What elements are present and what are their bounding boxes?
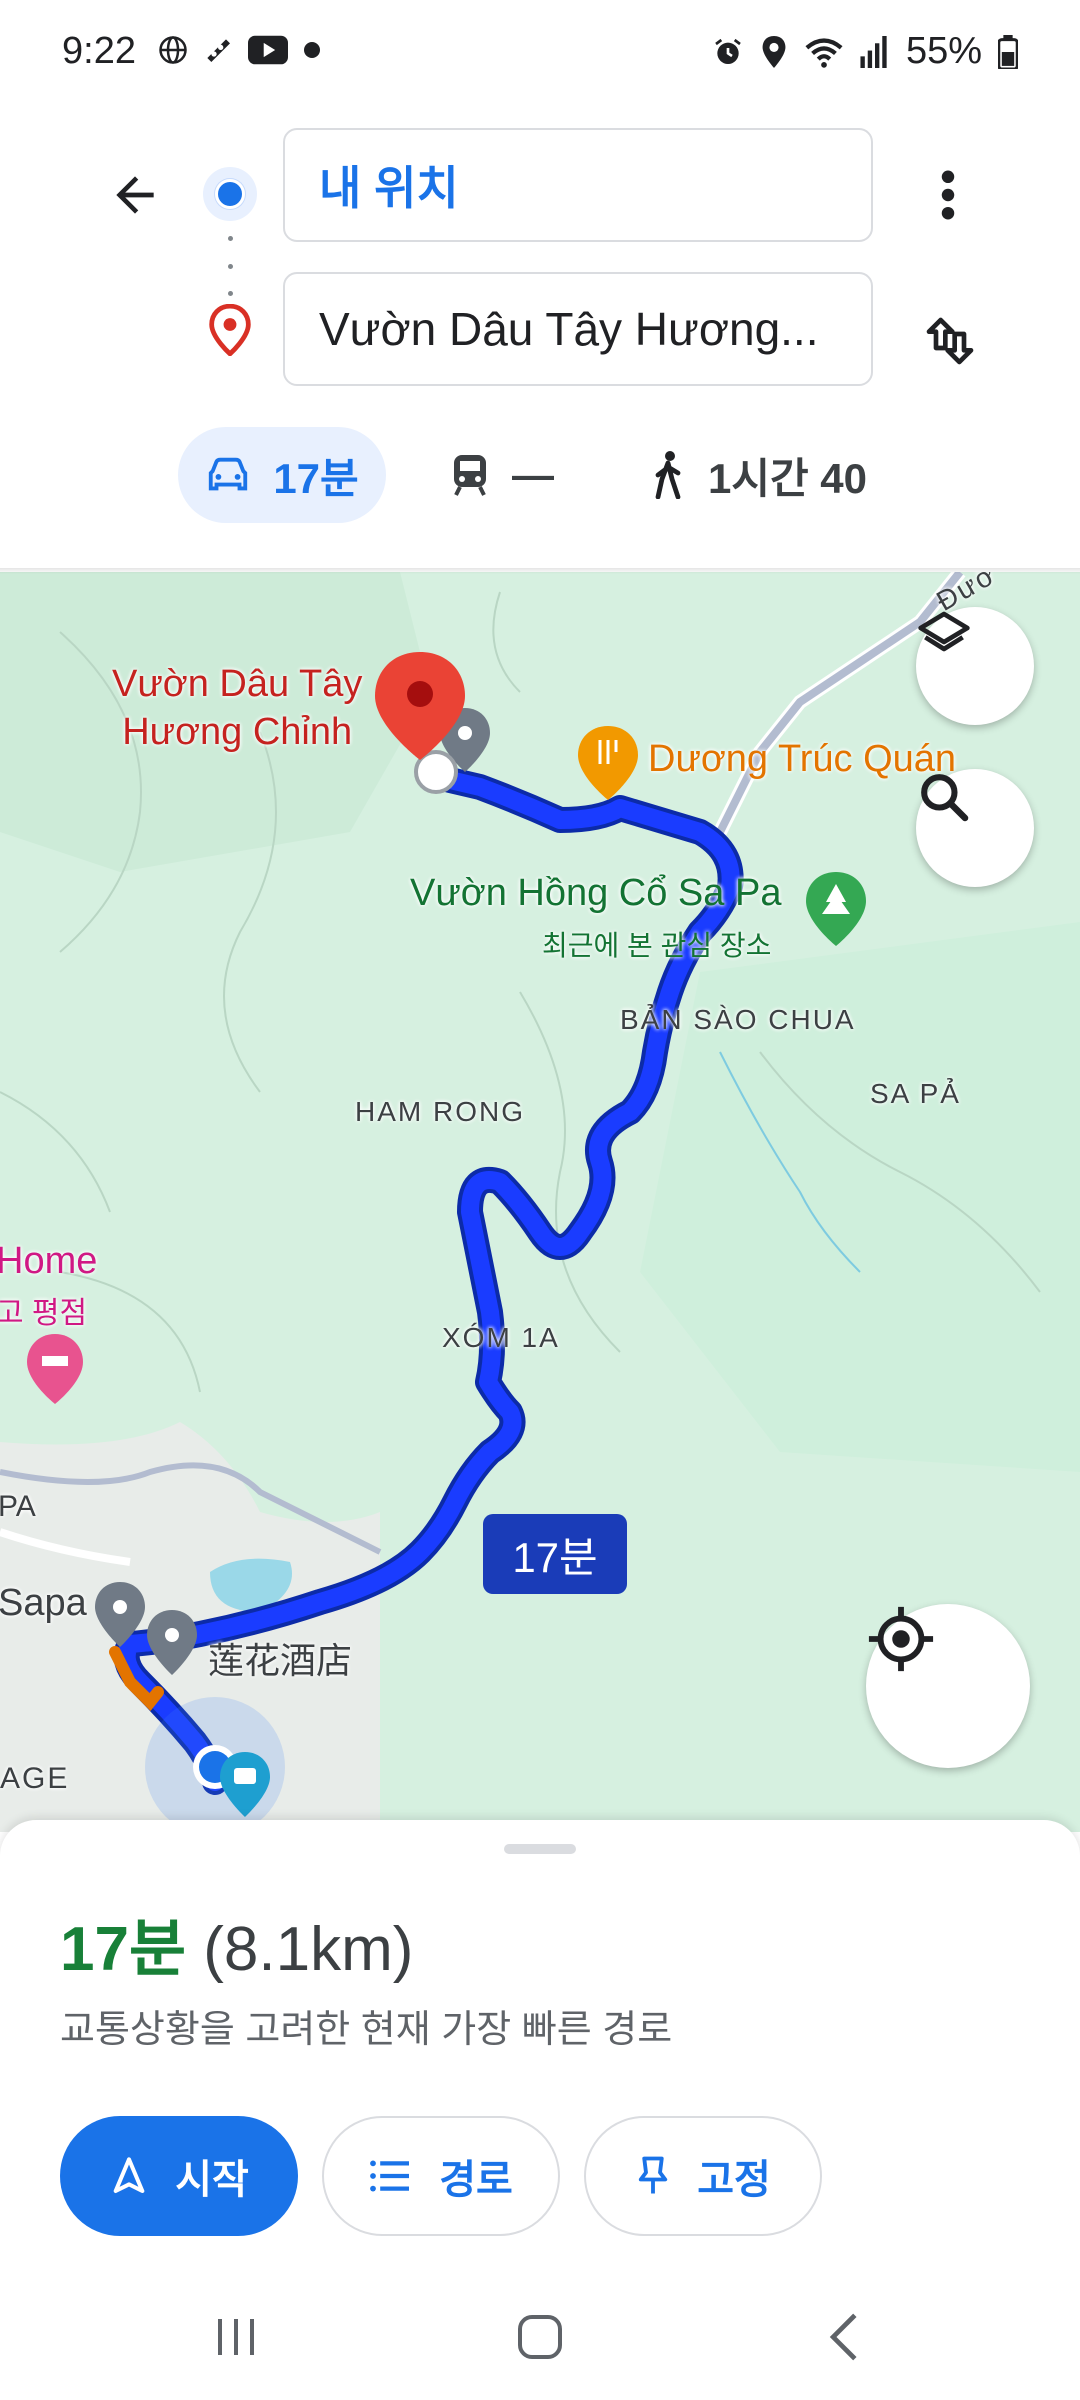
- swap-button[interactable]: [910, 296, 990, 386]
- walk-icon: [655, 451, 681, 499]
- mode-driving[interactable]: 17분: [178, 427, 386, 523]
- pin-button[interactable]: 고정: [584, 2116, 822, 2236]
- map-label-ban-sao-chua: BẢN SÀO CHUA: [620, 1004, 856, 1035]
- layers-button[interactable]: [916, 607, 1034, 725]
- mode-driving-time: 17분: [273, 454, 359, 502]
- layers-icon: [918, 611, 970, 652]
- route-summary: 17분 (8.1km): [60, 1898, 413, 1988]
- chevron-left-icon: [829, 2313, 857, 2361]
- pin-icon: [639, 2156, 668, 2194]
- map-label-pa: PA: [0, 1490, 36, 1523]
- directions-header: 내 위치 Vườn Dâu Tây Hương... 17분 — 1시간 40: [0, 110, 1080, 570]
- map-label-cafe[interactable]: Dương Trúc Quán: [648, 738, 956, 781]
- map-label-destination[interactable]: Vườn Dâu Tây Hương Chỉnh: [112, 660, 362, 756]
- route-time-badge[interactable]: 17분: [483, 1514, 627, 1594]
- route-description: 교통상황을 고려한 현재 가장 빠른 경로: [60, 2009, 673, 2051]
- mode-transit[interactable]: —: [450, 427, 554, 523]
- map-search-button[interactable]: [916, 769, 1034, 887]
- route-distance: (8.1km): [203, 1915, 414, 1984]
- clock: 9:22: [62, 30, 136, 72]
- map-label-age: AGE: [0, 1762, 70, 1795]
- arrow-back-icon: [116, 176, 154, 214]
- battery-icon: [998, 34, 1018, 69]
- mode-transit-time: —: [512, 451, 554, 498]
- map-label-sapa: Sapa: [0, 1582, 87, 1624]
- signal-icon: [860, 35, 887, 68]
- map-label-hotel[interactable]: 莲花酒店: [208, 1632, 352, 1684]
- recent-apps-button[interactable]: [196, 2302, 276, 2372]
- map-label-garden[interactable]: Vườn Hồng Cổ Sa Pa: [410, 872, 781, 915]
- wifi-icon: [805, 37, 843, 68]
- map-label-garden-sub: 최근에 본 관심 장소: [542, 930, 772, 961]
- origin-dot-icon: [203, 167, 257, 221]
- crosshair-icon: [868, 1606, 934, 1672]
- globe-icon: [159, 36, 187, 64]
- route-connector: [228, 236, 233, 296]
- map-label-sa-pa: SA PẢ: [870, 1078, 961, 1109]
- home-button[interactable]: [500, 2302, 580, 2372]
- mode-walking[interactable]: 1시간 40: [650, 427, 867, 523]
- search-icon: [921, 774, 969, 822]
- destination-field[interactable]: Vườn Dâu Tây Hương...: [283, 272, 873, 386]
- navigation-icon: [113, 2157, 145, 2193]
- system-back-button[interactable]: [804, 2302, 884, 2372]
- my-location-button[interactable]: [866, 1604, 1030, 1768]
- car-icon: [209, 457, 248, 491]
- dot-icon: [304, 42, 320, 58]
- location-icon: [762, 35, 786, 68]
- start-label: 시작: [175, 2158, 249, 2202]
- map-label-home-sub: 고 평점: [0, 1297, 88, 1330]
- battery-percent: 55%: [905, 30, 982, 72]
- map-view[interactable]: Vườn Dâu Tây Hương Chỉnh Dương Trúc Quán…: [0, 572, 1080, 1832]
- list-icon: [370, 2160, 410, 2192]
- travel-modes: 17분 — 1시간 40: [0, 427, 1080, 523]
- back-button[interactable]: [95, 155, 175, 235]
- steps-button[interactable]: 경로: [322, 2116, 560, 2236]
- train-icon: [454, 455, 486, 496]
- steps-label: 경로: [439, 2158, 513, 2202]
- system-nav-bar: [0, 2272, 1080, 2400]
- drag-handle[interactable]: [504, 1844, 576, 1854]
- recorder-icon: [207, 39, 230, 62]
- origin-field[interactable]: 내 위치: [283, 128, 873, 242]
- mode-walking-time: 1시간 40: [708, 454, 868, 502]
- recents-icon: [218, 2319, 254, 2355]
- pin-label: 고정: [697, 2158, 771, 2202]
- map-label-ham-rong: HAM RONG: [355, 1096, 525, 1127]
- more-options-button[interactable]: [918, 155, 978, 235]
- map-label-xom-1a: XÓM 1A: [442, 1322, 560, 1353]
- destination-pin-icon: [209, 303, 251, 358]
- alarm-icon: [715, 38, 741, 64]
- status-bar: 9:22 55%: [0, 0, 1080, 110]
- youtube-icon: [248, 35, 288, 65]
- route-duration: 17분: [60, 1915, 187, 1984]
- swap-vert-icon: [926, 317, 974, 365]
- home-square-icon: [518, 2315, 562, 2359]
- start-button[interactable]: 시작: [60, 2116, 298, 2236]
- more-vert-icon: [941, 170, 955, 220]
- map-label-home[interactable]: Home: [0, 1240, 97, 1283]
